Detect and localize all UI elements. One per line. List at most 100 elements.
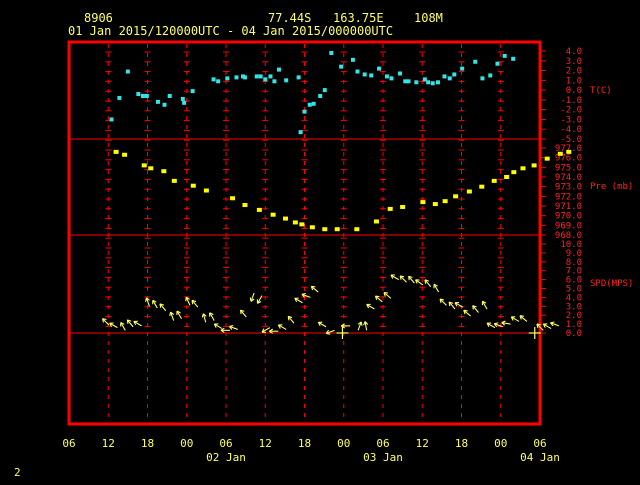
wind-barb xyxy=(487,323,495,328)
temperature-point xyxy=(460,67,464,71)
meteogram-svg: 8906 77.44S 163.75E 108M 01 Jan 2015/120… xyxy=(0,0,640,480)
temperature-point xyxy=(216,79,220,83)
x-tick-label: 06 xyxy=(62,437,75,450)
temperature-point xyxy=(398,71,402,75)
wind-barb xyxy=(240,310,246,317)
pressure-point xyxy=(453,194,458,198)
y-tick-label: 969.0 xyxy=(555,221,582,231)
wind-speed-axis-label: SPD(MPS) xyxy=(590,279,633,289)
wind-barb xyxy=(391,275,399,280)
wind-barb xyxy=(210,313,215,321)
y-tick-label: 975.0 xyxy=(555,163,582,173)
wind-barb xyxy=(214,324,222,329)
time-range: 01 Jan 2015/120000UTC - 04 Jan 2015/0000… xyxy=(68,24,393,38)
temperature-point xyxy=(323,88,327,92)
wind-barb xyxy=(511,317,519,322)
pressure-point xyxy=(433,202,438,206)
wind-barb xyxy=(434,284,439,292)
temperature-point xyxy=(426,80,430,84)
station-id: 8906 xyxy=(84,11,113,25)
temperature-point xyxy=(277,68,281,72)
wind-barb xyxy=(358,322,362,330)
wind-barb xyxy=(192,300,198,307)
wind-barb xyxy=(367,304,375,309)
x-tick-label: 06 xyxy=(533,437,546,450)
pressure-point xyxy=(374,219,379,223)
temperature-axis-ticks: 4.03.02.01.00.0-1.0-2.0-3.0-4.0-5.0 xyxy=(540,47,582,145)
wind-barb xyxy=(221,328,230,332)
temperature-point xyxy=(272,79,276,83)
wind-barb xyxy=(250,293,254,301)
x-day-label: 03 Jan xyxy=(363,451,403,464)
pressure-point xyxy=(191,184,196,188)
pressure-point xyxy=(148,166,153,170)
wind-barb xyxy=(278,325,286,330)
pressure-point xyxy=(122,153,127,157)
y-tick-label: -2.0 xyxy=(560,106,582,116)
pressure-point xyxy=(142,163,147,167)
temperature-point xyxy=(163,103,167,107)
wind-barb xyxy=(336,327,348,339)
temperature-point xyxy=(303,110,307,114)
temperature-point xyxy=(234,75,238,79)
wind-barb xyxy=(153,300,158,308)
pressure-point xyxy=(299,222,304,226)
wind-barb xyxy=(295,298,303,303)
temperature-point xyxy=(442,74,446,78)
temperature-point xyxy=(495,62,499,66)
x-axis-hour-labels: 06121800061218000612180006 xyxy=(62,437,546,450)
y-tick-label: 971.0 xyxy=(555,202,582,212)
temperature-point xyxy=(355,70,359,74)
x-tick-label: 00 xyxy=(180,437,193,450)
temperature-point xyxy=(141,94,145,98)
temperature-point xyxy=(191,89,195,93)
temperature-point xyxy=(110,117,114,121)
pressure-point xyxy=(479,185,484,189)
temperature-point xyxy=(117,96,121,100)
pressure-point xyxy=(354,227,359,231)
temperature-point xyxy=(448,76,452,80)
temperature-point xyxy=(390,76,394,80)
x-tick-label: 06 xyxy=(376,437,389,450)
wind-barb xyxy=(326,330,334,334)
y-tick-label: 0.0 xyxy=(566,329,582,339)
x-tick-label: 12 xyxy=(259,437,272,450)
temperature-point xyxy=(243,75,247,79)
temperature-point xyxy=(318,94,322,98)
wind-barb xyxy=(364,321,368,330)
temperature-point xyxy=(452,72,456,76)
pressure-point xyxy=(520,166,525,170)
temperature-point xyxy=(511,57,515,61)
time-gridlines xyxy=(105,44,504,420)
y-tick-label: -1.0 xyxy=(560,96,582,106)
temperature-point xyxy=(369,73,373,77)
wind-barb xyxy=(502,321,511,325)
pressure-point xyxy=(283,217,288,221)
wind-barb xyxy=(311,286,318,292)
wind-barb xyxy=(288,316,294,323)
y-tick-label: 970.0 xyxy=(555,212,582,222)
station-latitude: 77.44S xyxy=(268,11,311,25)
wind-series xyxy=(103,275,559,339)
pressure-point xyxy=(172,179,177,183)
wind-barb xyxy=(318,322,326,327)
wind-barb xyxy=(464,310,471,316)
wind-barb xyxy=(425,280,431,287)
temperature-point xyxy=(488,73,492,77)
meteogram: 8906 77.44S 163.75E 108M 01 Jan 2015/120… xyxy=(0,0,640,480)
x-tick-label: 18 xyxy=(141,437,154,450)
y-tick-label: 4.0 xyxy=(566,47,582,57)
pressure-point xyxy=(566,150,571,154)
wind-barb xyxy=(202,314,206,323)
pressure-point xyxy=(204,189,209,193)
temperature-point xyxy=(145,94,149,98)
pressure-point xyxy=(545,157,550,161)
pressure-point xyxy=(504,175,509,179)
wind-barb xyxy=(449,302,455,309)
wind-barb xyxy=(170,312,174,320)
temperature-point xyxy=(225,76,229,80)
temperature-point xyxy=(156,100,160,104)
temperature-point xyxy=(263,77,267,81)
page-number: 2 xyxy=(14,466,21,479)
pressure-point xyxy=(467,190,472,194)
